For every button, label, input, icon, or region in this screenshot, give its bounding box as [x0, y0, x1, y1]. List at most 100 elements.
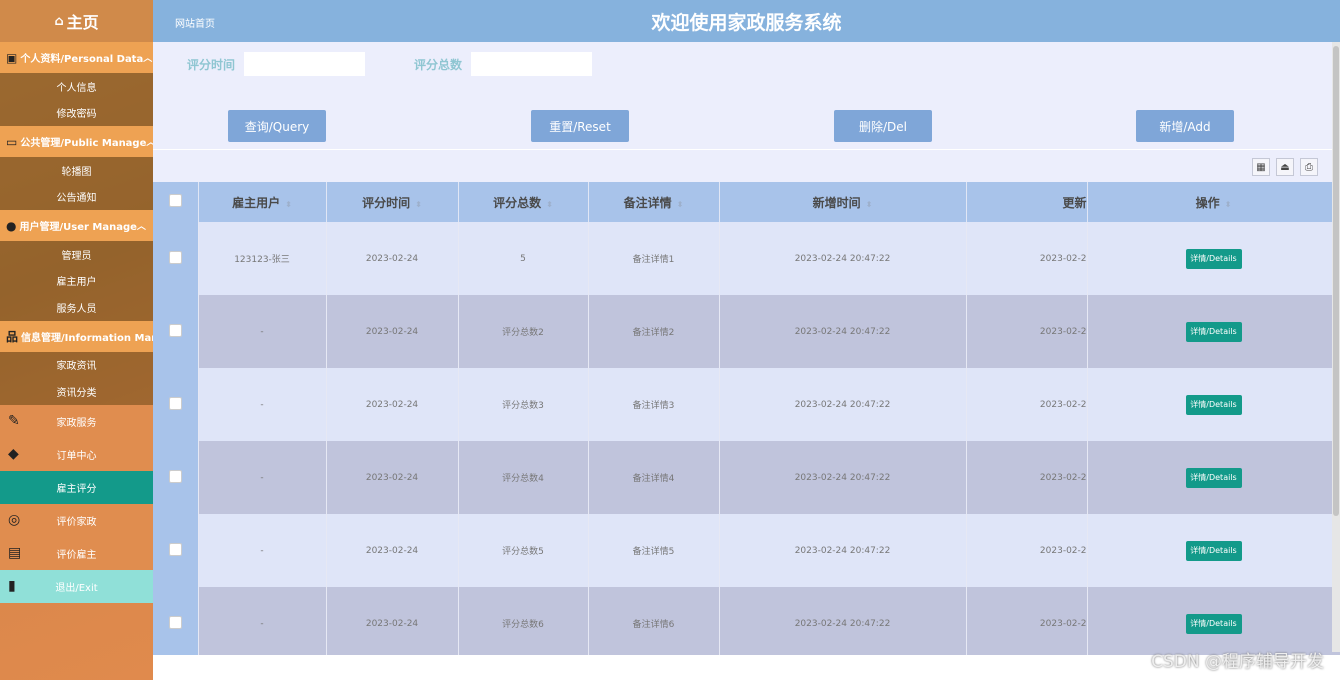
menu-group-personal-data[interactable]: ▣ 个人资料/Personal Data ︿	[0, 42, 153, 73]
cell-updated: 2023-02-2	[966, 295, 1088, 368]
details-button[interactable]: 详情/Details	[1185, 540, 1242, 561]
sitemap-icon: 品	[6, 329, 19, 344]
laptop-icon: ▤	[8, 545, 22, 561]
query-button[interactable]: 查询/Query	[228, 110, 326, 142]
home-icon: ⌂	[54, 13, 64, 29]
cell-user: -	[198, 514, 327, 587]
menu-group-information-manage[interactable]: 品 信息管理/Information Manage ›	[0, 320, 153, 352]
cell-total: 评分总数2	[458, 295, 589, 368]
home-link[interactable]: ⌂ 主页	[0, 0, 153, 42]
cell-updated: 2023-02-2	[966, 222, 1088, 295]
submenu-user-manage: 管理员 雇主用户 服务人员	[0, 241, 153, 321]
menu-group-user-manage[interactable]: ● 用户管理/User Manage ︿	[0, 210, 153, 241]
sidebar-item-employer-rating[interactable]: 雇主评分	[0, 470, 153, 504]
column-header-updated[interactable]: 更新	[966, 182, 1088, 222]
table-row: -2023-02-24 评分总数2 备注详情2 2023-02-24 20:47:22…	[153, 295, 1340, 368]
search-field-time: 评分时间	[187, 52, 366, 76]
scrollbar-thumb[interactable]	[1333, 46, 1339, 516]
row-checkbox[interactable]	[168, 542, 182, 556]
print-icon[interactable]: ⎙	[1300, 158, 1318, 176]
sidebar-item-change-password[interactable]: 修改密码	[0, 100, 153, 127]
planet-icon: ◎	[8, 512, 21, 528]
sidebar-item-rate-employer[interactable]: ▤ 评价雇主	[0, 536, 153, 570]
column-header-time[interactable]: 评分时间 ⬍	[326, 182, 459, 222]
details-button[interactable]: 详情/Details	[1185, 321, 1242, 342]
cell-actions: 详情/Details	[1087, 295, 1340, 368]
cell-time: 2023-02-24	[326, 295, 459, 368]
column-filter-icon[interactable]: ▦	[1252, 158, 1270, 176]
row-checkbox[interactable]	[168, 323, 182, 337]
details-button[interactable]: 详情/Details	[1185, 613, 1242, 634]
menu-group-label: 个人资料/Personal Data	[20, 54, 144, 65]
submenu-public-manage: 轮播图 公告通知	[0, 157, 153, 210]
cell-updated: 2023-02-2	[966, 368, 1088, 441]
details-button[interactable]: 详情/Details	[1185, 394, 1242, 415]
menu-group-label: 信息管理/Information Manage	[21, 332, 153, 344]
cell-time: 2023-02-24	[326, 441, 459, 514]
cell-remark: 备注详情5	[588, 514, 720, 587]
person-card-icon: ▣	[6, 50, 18, 65]
sidebar-item-employer-users[interactable]: 雇主用户	[0, 268, 153, 295]
door-icon: ▮	[8, 578, 16, 594]
row-checkbox[interactable]	[168, 469, 182, 483]
cell-updated: 2023-02-2	[966, 587, 1088, 660]
row-checkbox[interactable]	[168, 615, 182, 629]
column-header-total[interactable]: 评分总数 ⬍	[458, 182, 589, 222]
sidebar-item-carousel[interactable]: 轮播图	[0, 157, 153, 184]
sidebar-item-label: 雇主评分	[56, 483, 97, 495]
export-icon[interactable]: ⏏	[1276, 158, 1294, 176]
details-button[interactable]: 详情/Details	[1185, 467, 1242, 488]
cell-updated: 2023-02-2	[966, 441, 1088, 514]
cell-total: 5	[458, 222, 589, 295]
select-all-checkbox[interactable]	[168, 194, 182, 207]
column-header-user[interactable]: 雇主用户 ⬍	[198, 182, 327, 222]
sidebar-item-label: 家政服务	[56, 417, 97, 429]
add-button[interactable]: 新增/Add	[1136, 110, 1234, 142]
sidebar-item-admins[interactable]: 管理员	[0, 241, 153, 268]
chevron-up-icon: ︿	[146, 135, 153, 148]
row-checkbox-cell	[153, 368, 199, 441]
sidebar-item-orders[interactable]: ◆ 订单中心	[0, 437, 153, 471]
cell-time: 2023-02-24	[326, 514, 459, 587]
sidebar-item-announcements[interactable]: 公告通知	[0, 184, 153, 211]
search-input-total[interactable]	[471, 52, 593, 76]
sidebar-item-label: 退出/Exit	[55, 582, 98, 594]
search-field-total: 评分总数	[414, 52, 593, 76]
sidebar-item-rate-housekeeping[interactable]: ◎ 评价家政	[0, 503, 153, 537]
sidebar-item-home-service[interactable]: ✎ 家政服务	[0, 404, 153, 438]
sidebar-item-service-staff[interactable]: 服务人员	[0, 294, 153, 321]
cell-remark: 备注详情4	[588, 441, 720, 514]
menu-group-public-manage[interactable]: ▭ 公共管理/Public Manage ︿	[0, 126, 153, 157]
cell-user: -	[198, 441, 327, 514]
sidebar: ⌂ 主页 ▣ 个人资料/Personal Data ︿ 个人信息 修改密码 ▭ …	[0, 0, 153, 680]
table-tools: ▦ ⏏ ⎙	[1252, 158, 1318, 176]
sidebar-item-exit[interactable]: ▮ 退出/Exit	[0, 569, 153, 603]
sidebar-item-news-category[interactable]: 资讯分类	[0, 378, 153, 405]
row-checkbox[interactable]	[168, 396, 182, 410]
cell-time: 2023-02-24	[326, 368, 459, 441]
top-header: 网站首页 欢迎使用家政服务系统	[153, 0, 1340, 42]
table-row: -2023-02-24 评分总数4 备注详情4 2023-02-24 20:47:22…	[153, 441, 1340, 514]
column-header-created[interactable]: 新增时间 ⬍	[719, 182, 967, 222]
cell-remark: 备注详情1	[588, 222, 720, 295]
sidebar-item-news[interactable]: 家政资讯	[0, 352, 153, 379]
vertical-scrollbar[interactable]	[1332, 42, 1340, 652]
select-all-cell	[153, 182, 199, 222]
cell-user: -	[198, 295, 327, 368]
tools-icon: ✎	[8, 413, 20, 429]
cell-remark: 备注详情6	[588, 587, 720, 660]
reset-button[interactable]: 重置/Reset	[531, 110, 629, 142]
column-header-actions: 操作 ⬍	[1087, 182, 1340, 222]
search-input-time[interactable]	[244, 52, 366, 76]
cell-created: 2023-02-24 20:47:22	[719, 587, 967, 660]
sidebar-item-personal-info[interactable]: 个人信息	[0, 73, 153, 100]
sort-icon: ⬍	[865, 199, 873, 209]
user-gear-icon: ●	[6, 218, 17, 233]
column-header-remark[interactable]: 备注详情 ⬍	[588, 182, 720, 222]
details-button[interactable]: 详情/Details	[1185, 248, 1242, 269]
sort-icon: ⬍	[285, 199, 292, 209]
table-row: -2023-02-24 评分总数3 备注详情3 2023-02-24 20:47:22…	[153, 368, 1340, 441]
watermark: CSDN @程序辅导开发	[1151, 652, 1324, 672]
delete-button[interactable]: 删除/Del	[834, 110, 932, 142]
row-checkbox[interactable]	[168, 250, 182, 264]
